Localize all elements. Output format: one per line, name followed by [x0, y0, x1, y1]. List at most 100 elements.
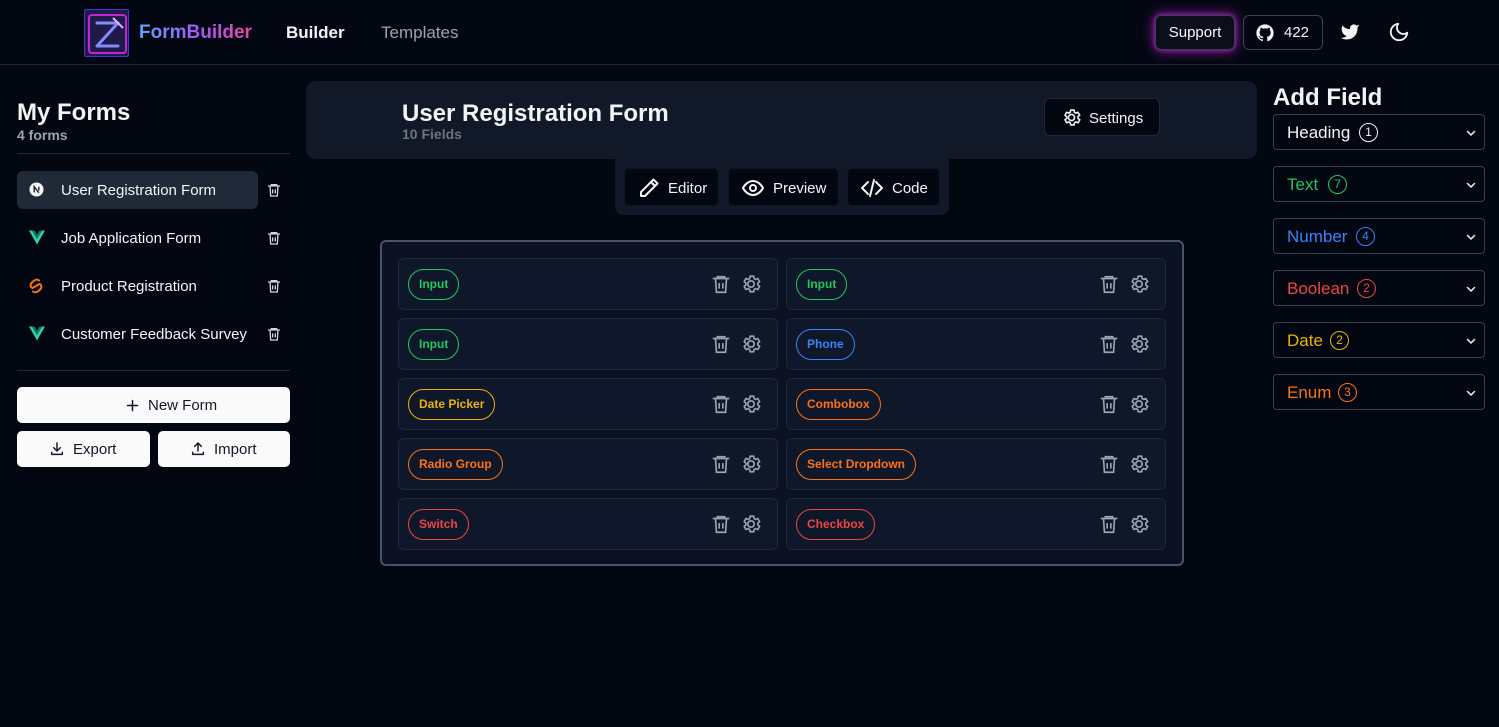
delete-form-button[interactable]	[266, 326, 282, 342]
form-field-row[interactable]: Input	[786, 258, 1166, 310]
nav-builder[interactable]: Builder	[286, 22, 345, 44]
trash-icon[interactable]	[1098, 513, 1120, 535]
download-icon	[50, 442, 64, 456]
form-settings-button[interactable]: Settings	[1044, 98, 1160, 136]
form-field-row[interactable]: Checkbox	[786, 498, 1166, 550]
trash-icon[interactable]	[1098, 273, 1120, 295]
gear-icon[interactable]	[1128, 393, 1150, 415]
top-bar: FormBuilder Builder Templates Support 42…	[0, 0, 1499, 65]
dropdown-label: Boolean	[1287, 279, 1350, 298]
form-field-row[interactable]: Combobox	[786, 378, 1166, 430]
trash-icon[interactable]	[1098, 393, 1120, 415]
count-badge: 2	[1357, 279, 1376, 298]
field-type-chip: Phone	[796, 329, 855, 360]
github-stars-button[interactable]: 422	[1243, 15, 1323, 50]
trash-icon[interactable]	[710, 453, 732, 475]
trash-icon[interactable]	[710, 513, 732, 535]
gear-icon[interactable]	[1128, 453, 1150, 475]
field-type-chip: Radio Group	[408, 449, 503, 480]
gear-icon[interactable]	[740, 453, 762, 475]
form-field-row[interactable]: Select Dropdown	[786, 438, 1166, 490]
field-type-chip: Select Dropdown	[796, 449, 917, 480]
field-type-chip: Input	[796, 269, 848, 300]
field-type-chip: Checkbox	[796, 509, 876, 540]
twitter-link[interactable]	[1339, 22, 1361, 42]
count-badge: 3	[1338, 383, 1357, 402]
gear-icon[interactable]	[740, 273, 762, 295]
count-badge: 1	[1359, 123, 1378, 142]
tab-preview[interactable]: Preview	[728, 168, 839, 206]
eye-icon	[741, 179, 765, 197]
export-label: Export	[73, 440, 117, 458]
trash-icon[interactable]	[710, 333, 732, 355]
settings-label: Settings	[1089, 110, 1144, 127]
brand-name[interactable]: FormBuilder	[139, 22, 252, 44]
form-field-row[interactable]: Input	[398, 258, 778, 310]
form-title[interactable]: User Registration Form	[402, 100, 669, 128]
form-item-customer-feedback[interactable]: Customer Feedback Survey	[17, 315, 258, 353]
trash-icon	[268, 184, 280, 197]
chevron-down-icon	[1466, 130, 1476, 136]
dropdown-label: Date	[1287, 331, 1323, 350]
add-field-heading-dropdown[interactable]: Heading 1	[1273, 114, 1485, 150]
nav-templates[interactable]: Templates	[381, 22, 458, 44]
trash-icon[interactable]	[710, 393, 732, 415]
form-field-row[interactable]: Radio Group	[398, 438, 778, 490]
gear-icon[interactable]	[740, 333, 762, 355]
tab-editor[interactable]: Editor	[624, 168, 719, 206]
count-badge: 2	[1330, 331, 1349, 350]
pencil-icon	[640, 178, 659, 197]
sidebar-divider	[17, 370, 290, 371]
delete-form-button[interactable]	[266, 182, 282, 198]
form-field-row[interactable]: Phone	[786, 318, 1166, 370]
form-field-row[interactable]: Input	[398, 318, 778, 370]
app-logo[interactable]	[84, 9, 129, 57]
gear-icon[interactable]	[740, 513, 762, 535]
new-form-button[interactable]: New Form	[17, 387, 290, 423]
gear-icon[interactable]	[1128, 513, 1150, 535]
form-item-job-application[interactable]: Job Application Form	[17, 219, 258, 257]
form-field-row[interactable]: Switch	[398, 498, 778, 550]
support-button[interactable]: Support	[1155, 15, 1235, 50]
tab-code[interactable]: Code	[847, 168, 940, 206]
chevron-down-icon	[1466, 234, 1476, 240]
form-item-label: Customer Feedback Survey	[61, 326, 247, 343]
upload-icon	[191, 442, 205, 456]
gear-icon[interactable]	[1128, 333, 1150, 355]
trash-icon[interactable]	[710, 273, 732, 295]
add-field-date-dropdown[interactable]: Date 2	[1273, 322, 1485, 358]
add-field-enum-dropdown[interactable]: Enum 3	[1273, 374, 1485, 410]
delete-form-button[interactable]	[266, 230, 282, 246]
form-field-count: 10 Fields	[402, 126, 462, 142]
add-field-text-dropdown[interactable]: Text 7	[1273, 166, 1485, 202]
github-star-count: 422	[1284, 24, 1310, 41]
trash-icon[interactable]	[1098, 333, 1120, 355]
add-field-number-dropdown[interactable]: Number 4	[1273, 218, 1485, 254]
form-field-row[interactable]: Date Picker	[398, 378, 778, 430]
trash-icon[interactable]	[1098, 453, 1120, 475]
import-label: Import	[214, 440, 257, 458]
gear-icon[interactable]	[1128, 273, 1150, 295]
delete-form-button[interactable]	[266, 278, 282, 294]
moon-icon	[1389, 22, 1409, 42]
form-item-user-registration[interactable]: User Registration Form	[17, 171, 258, 209]
field-type-chip: Input	[408, 329, 460, 360]
tab-editor-label: Editor	[668, 180, 708, 197]
theme-toggle[interactable]	[1388, 21, 1410, 43]
form-item-product-registration[interactable]: Product Registration	[17, 267, 258, 305]
new-form-label: New Form	[148, 396, 218, 414]
github-icon	[1256, 24, 1274, 42]
add-field-boolean-dropdown[interactable]: Boolean 2	[1273, 270, 1485, 306]
vue-icon	[29, 326, 45, 341]
trash-icon	[268, 280, 280, 293]
export-button[interactable]: Export	[17, 431, 150, 467]
tab-code-label: Code	[892, 180, 928, 197]
dropdown-label: Heading	[1287, 123, 1351, 142]
gear-icon	[1064, 109, 1081, 126]
form-item-label: Job Application Form	[61, 230, 202, 247]
sidebar-divider	[17, 153, 290, 154]
import-button[interactable]: Import	[158, 431, 290, 467]
twitter-icon	[1340, 24, 1360, 40]
tab-preview-label: Preview	[773, 180, 827, 197]
gear-icon[interactable]	[740, 393, 762, 415]
